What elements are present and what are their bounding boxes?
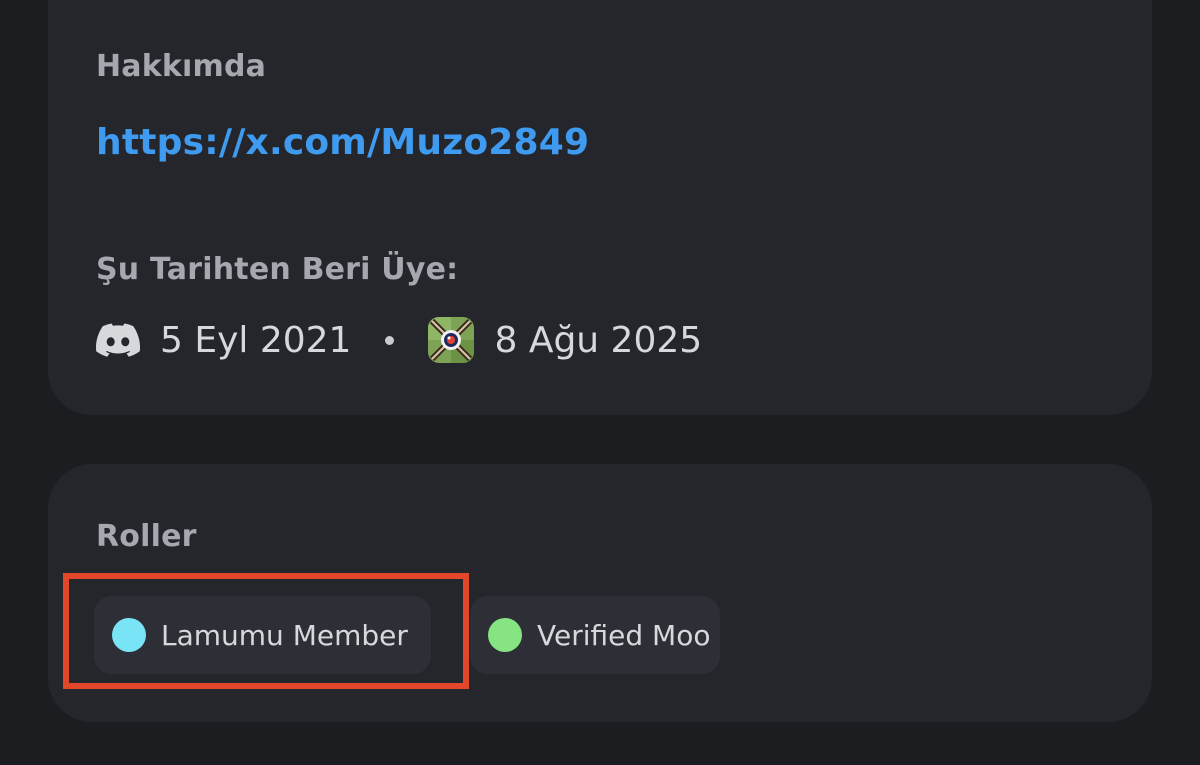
role-pill-lamumu-member[interactable]: Lamumu Member	[94, 596, 431, 674]
roles-label: Roller	[96, 519, 197, 554]
role-pill-verified-moo[interactable]: Verified Moo	[470, 596, 720, 674]
member-since-label: Şu Tarihten Beri Üye:	[96, 252, 459, 287]
bio-link[interactable]: https://x.com/Muzo2849	[96, 122, 589, 163]
discord-join-date: 5 Eyl 2021	[160, 319, 352, 361]
roles-list: Lamumu Member Verified Moo	[94, 596, 720, 674]
role-color-dot	[488, 618, 522, 652]
role-name: Verified Moo	[537, 618, 711, 652]
role-color-dot	[112, 618, 146, 652]
roles-card: Roller Lamumu Member Verified Moo	[48, 464, 1152, 722]
about-card: Hakkımda https://x.com/Muzo2849 Şu Tarih…	[48, 0, 1152, 415]
dot-separator	[385, 335, 395, 345]
server-join-date: 8 Ağu 2025	[494, 319, 703, 361]
discord-icon	[96, 323, 140, 357]
about-label: Hakkımda	[96, 49, 267, 84]
user-profile-panel: Hakkımda https://x.com/Muzo2849 Şu Tarih…	[0, 0, 1200, 765]
member-since-dates: 5 Eyl 2021 8 Ağu 2025	[96, 317, 702, 363]
server-icon	[428, 317, 475, 363]
role-name: Lamumu Member	[161, 618, 408, 652]
